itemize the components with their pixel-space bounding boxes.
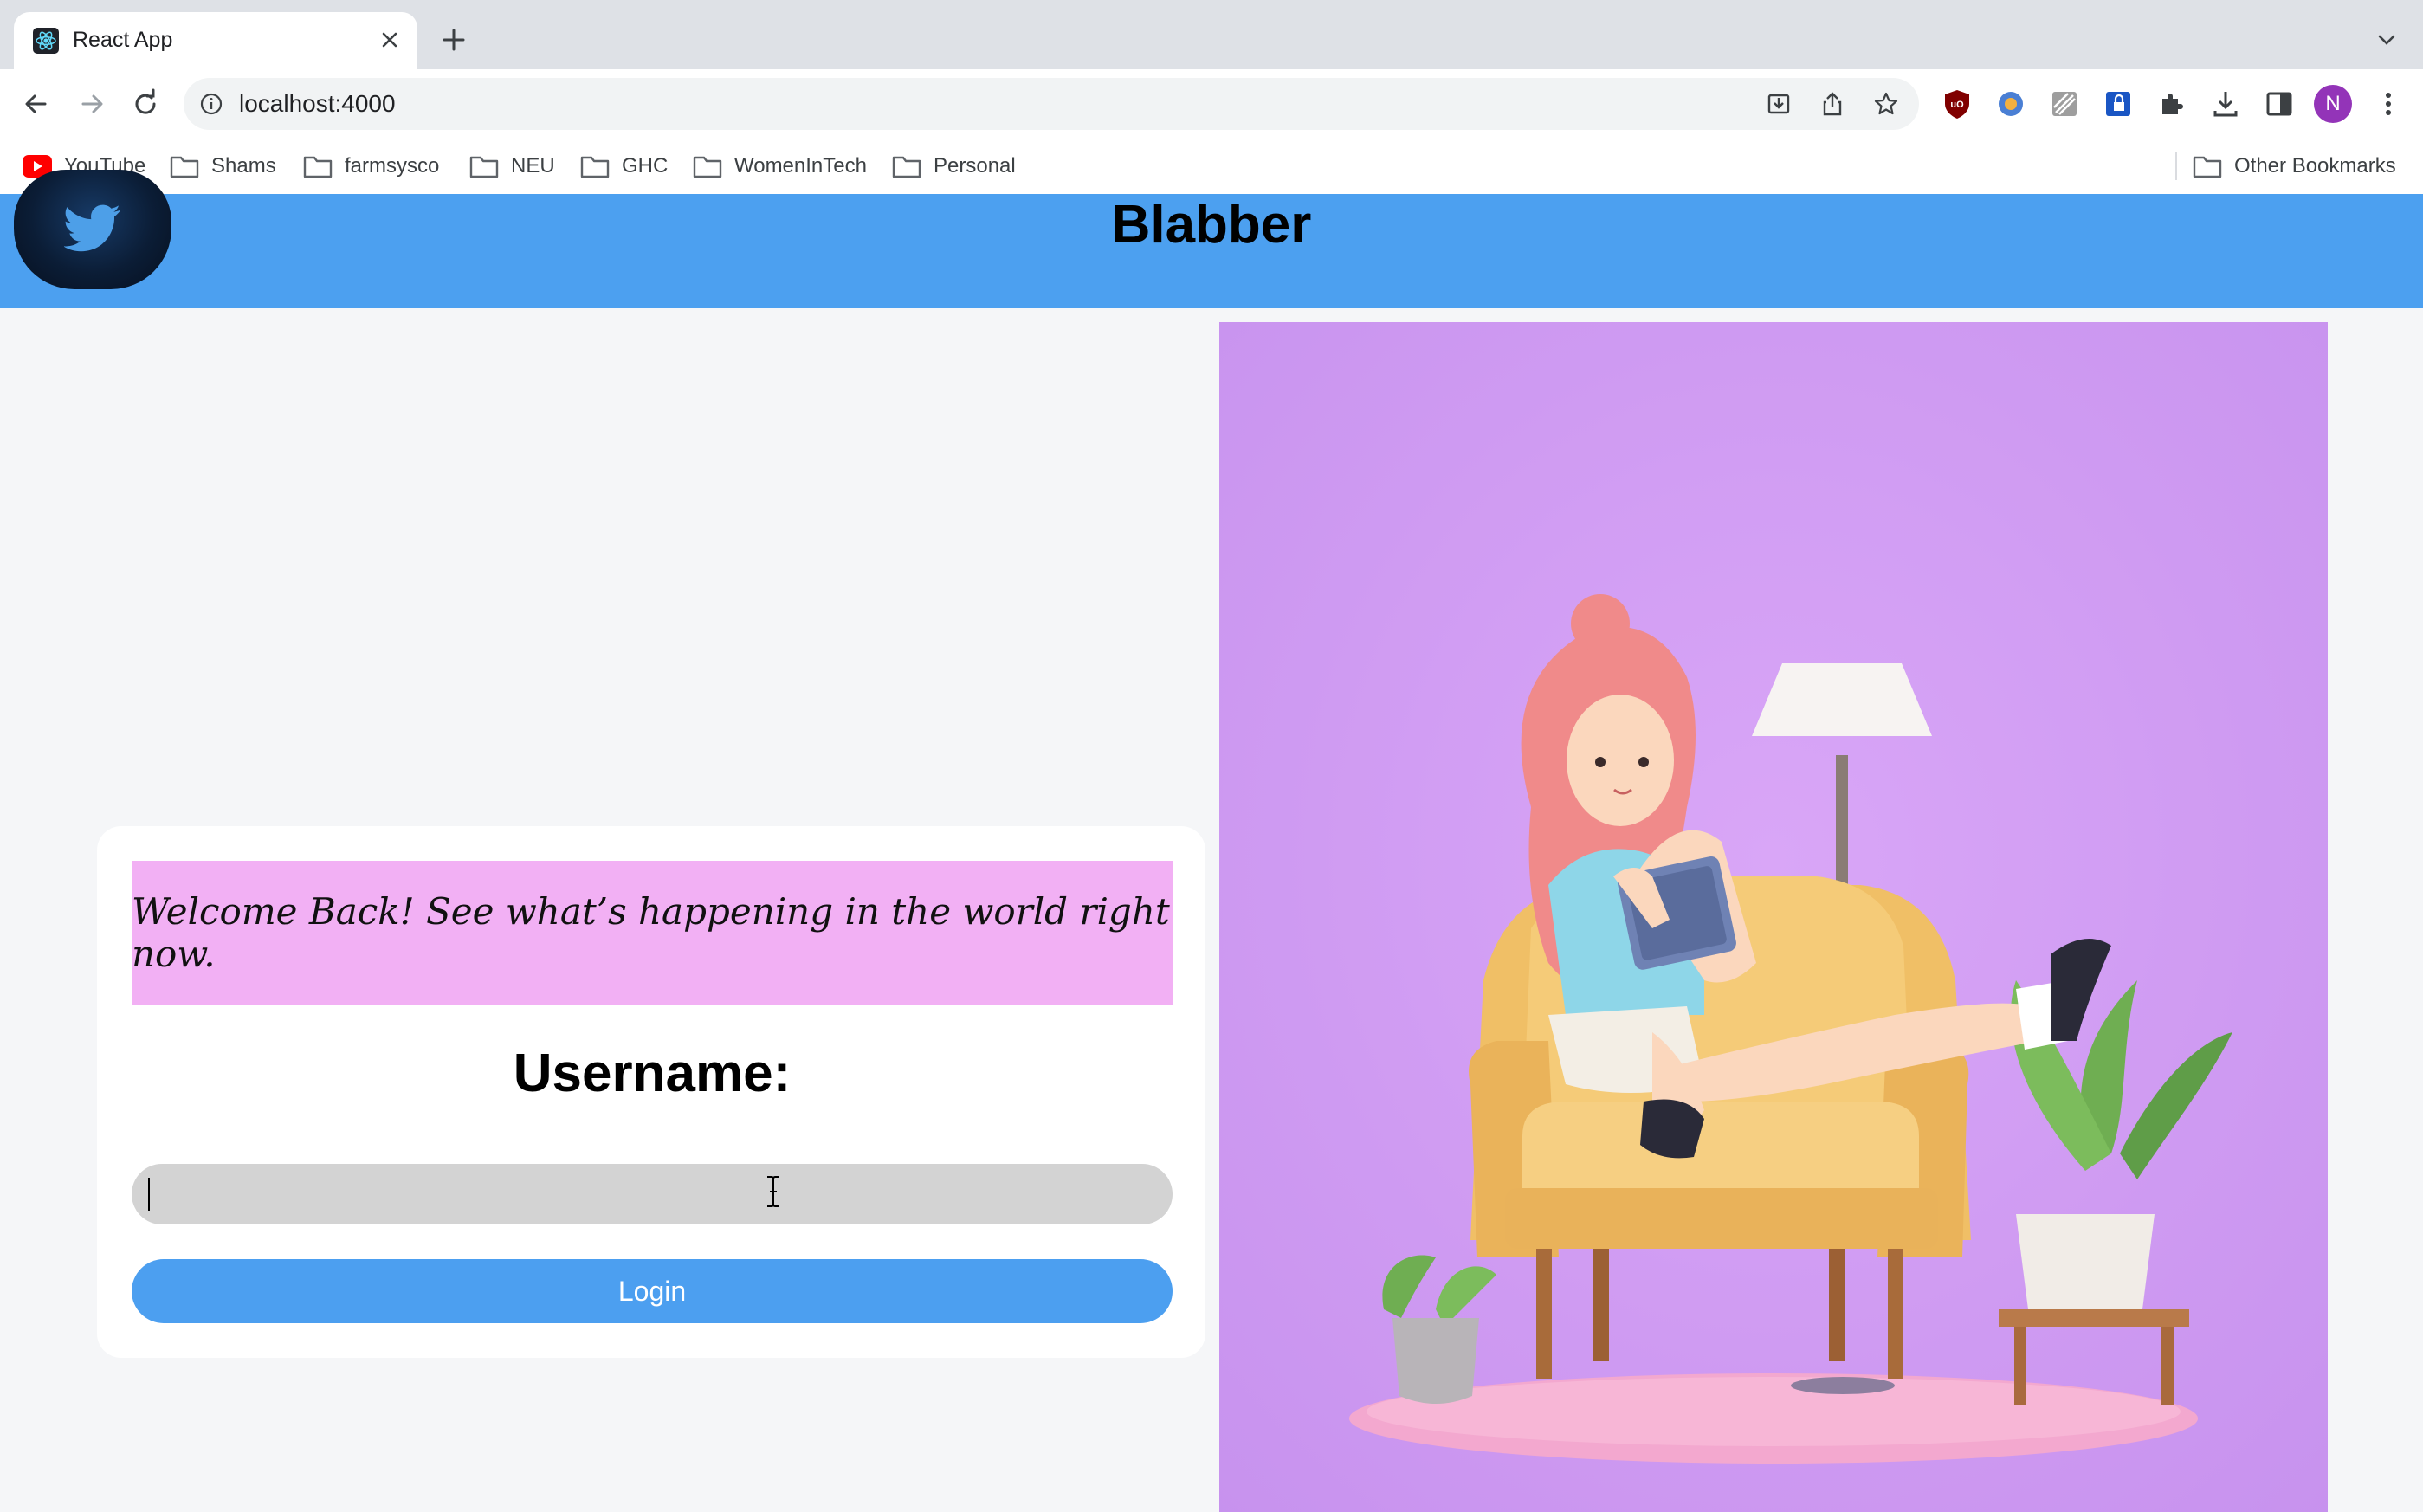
browser-tab[interactable]: React App: [14, 12, 417, 69]
new-tab-icon[interactable]: [438, 24, 469, 55]
folder-icon: [303, 156, 333, 178]
other-bookmarks-label: Other Bookmarks: [2234, 154, 2396, 178]
welcome-text: Welcome Back! See what’s happening in th…: [132, 890, 1170, 975]
url-text: localhost:4000: [239, 90, 396, 117]
react-icon: [33, 28, 59, 54]
bookmark-neu[interactable]: NEU: [469, 151, 555, 182]
folder-icon: [2193, 156, 2222, 178]
app-title: Blabber: [1111, 195, 1312, 255]
bookmark-label: Personal: [934, 154, 1016, 178]
other-bookmarks[interactable]: Other Bookmarks: [2193, 151, 2396, 182]
reload-icon[interactable]: [128, 87, 163, 121]
share-icon[interactable]: [1819, 90, 1846, 118]
bookmark-label: GHC: [622, 154, 669, 178]
site-info-icon[interactable]: [199, 92, 223, 116]
bookmark-label: farmsysco: [345, 154, 440, 178]
bookmark-label: NEU: [511, 154, 555, 178]
tab-search-chevron-icon[interactable]: [2373, 26, 2400, 54]
bookmark-ghc[interactable]: GHC: [580, 151, 668, 182]
address-bar[interactable]: localhost:4000: [184, 78, 1919, 130]
browser-menu-icon[interactable]: [2371, 87, 2406, 121]
tab-title: React App: [73, 28, 173, 52]
folder-icon: [469, 156, 499, 178]
close-tab-icon[interactable]: [376, 26, 404, 54]
install-app-icon[interactable]: [1765, 90, 1793, 118]
username-input[interactable]: [132, 1164, 1173, 1224]
bookmark-womenintech[interactable]: WomenInTech: [693, 151, 867, 182]
profile-avatar[interactable]: N: [2314, 85, 2352, 123]
back-arrow-icon[interactable]: [19, 87, 54, 121]
profile-initial: N: [2325, 92, 2341, 115]
extensions-puzzle-icon[interactable]: [2155, 87, 2189, 121]
bookmark-label: Shams: [211, 154, 276, 178]
svg-text:uO: uO: [1950, 100, 1964, 110]
text-cursor-icon: [767, 1176, 779, 1207]
text-caret: [148, 1178, 150, 1211]
folder-icon: [892, 156, 921, 178]
bookmark-farmsysco[interactable]: farmsysco: [303, 151, 439, 182]
extension-circle-icon[interactable]: [1993, 87, 2028, 121]
extension-stripes-icon[interactable]: [2047, 87, 2082, 121]
forward-arrow-icon[interactable]: [74, 87, 109, 121]
folder-icon: [693, 156, 722, 178]
folder-icon: [170, 156, 199, 178]
login-button[interactable]: Login: [132, 1259, 1173, 1323]
browser-tab-strip: React App: [0, 0, 2423, 69]
downloads-icon[interactable]: [2208, 87, 2243, 121]
bookmarks-divider: [2175, 152, 2177, 180]
ublock-icon[interactable]: uO: [1940, 87, 1974, 121]
username-label: Username:: [513, 1044, 792, 1103]
bookmark-label: WomenInTech: [734, 154, 867, 178]
bookmark-personal[interactable]: Personal: [892, 151, 1016, 182]
side-panel-icon[interactable]: [2262, 87, 2297, 121]
bookmark-star-icon[interactable]: [1872, 90, 1900, 118]
girl-on-armchair-illustration: [1219, 322, 2328, 1512]
bookmark-shams[interactable]: Shams: [170, 151, 276, 182]
folder-icon: [580, 156, 610, 178]
browser-toolbar: localhost:4000 uO N: [0, 69, 2423, 139]
welcome-banner: Welcome Back! See what’s happening in th…: [132, 861, 1173, 1005]
extension-lock-icon[interactable]: [2101, 87, 2135, 121]
bookmarks-bar: YouTube Shams farmsysco NEU GHC WomenInT…: [0, 139, 2423, 195]
hero-illustration: [1219, 322, 2328, 1512]
